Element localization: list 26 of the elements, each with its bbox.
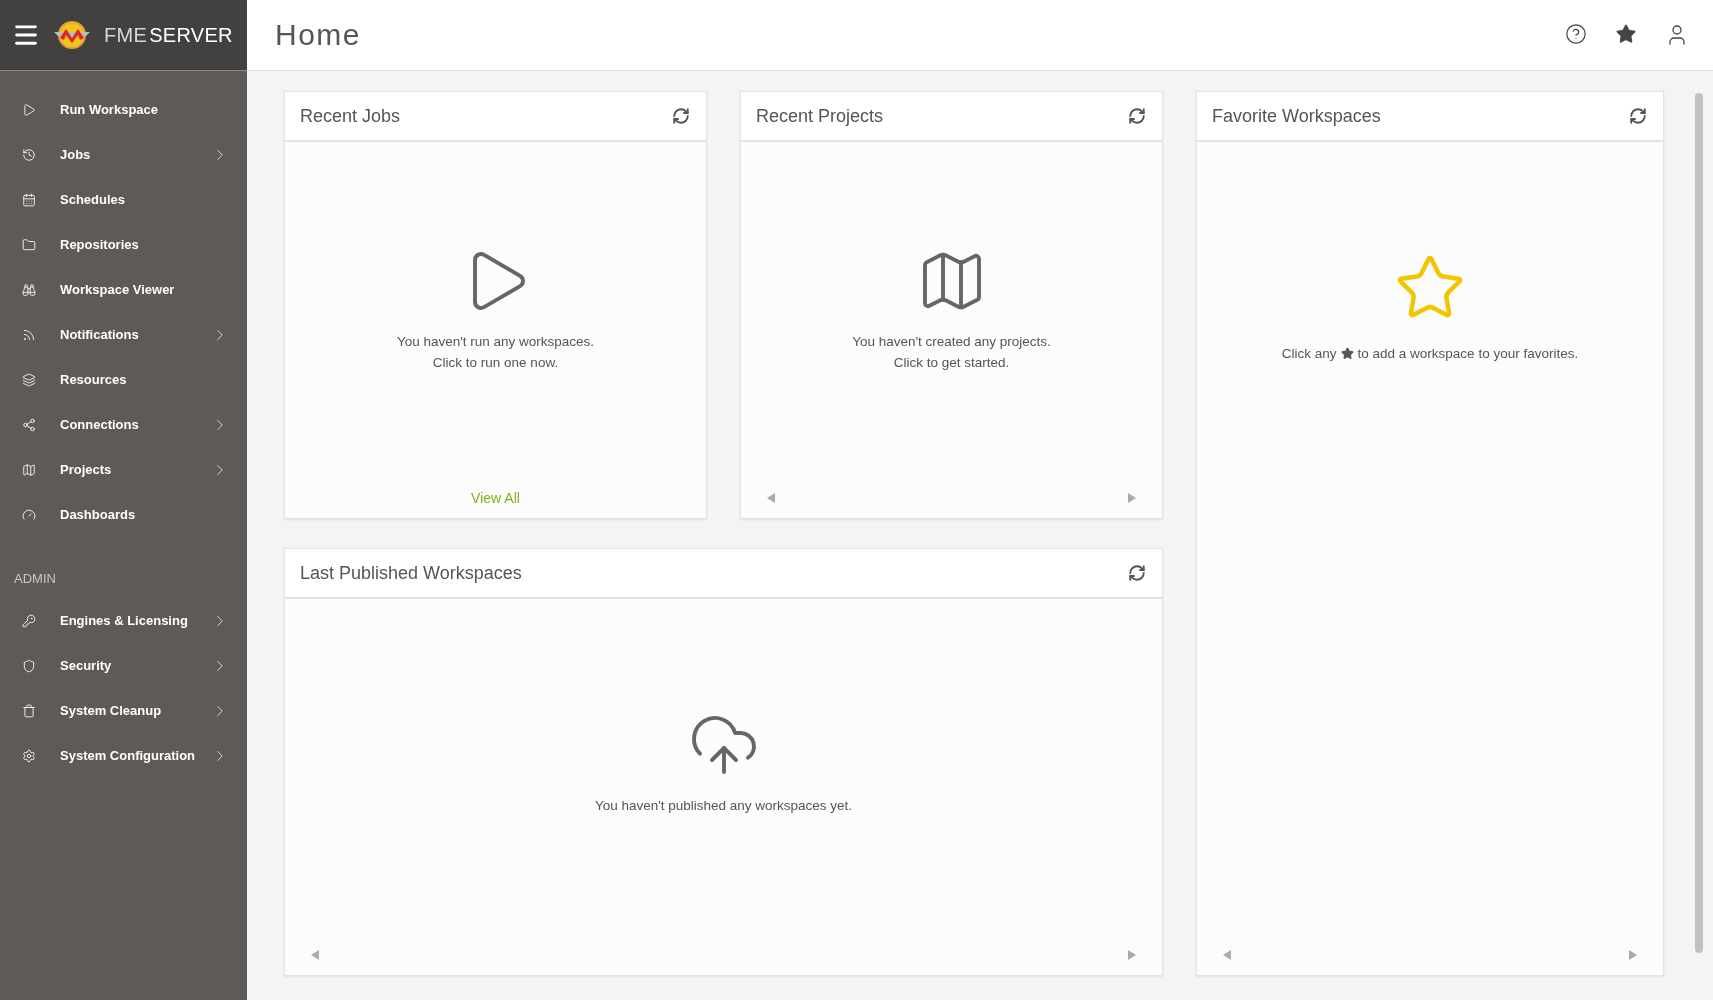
empty-message: You haven't published any workspaces yet. [594, 797, 853, 815]
sidebar-item[interactable]: Notifications [0, 312, 247, 357]
sidebar-item[interactable]: Engines & Licensing [0, 598, 247, 643]
sidebar-item[interactable]: Resources [0, 357, 247, 402]
section-heading: ADMIN [13, 570, 57, 588]
sidebar-item[interactable]: Repositories [0, 222, 247, 267]
sidebar-item[interactable]: Jobs [0, 132, 247, 177]
card-title: Last Published Workspaces [300, 562, 523, 584]
brand-name: FMESERVER [104, 23, 233, 47]
sidebar-item[interactable]: Dashboards [0, 492, 247, 537]
hint-text: to add a workspace to your favorites. [1357, 346, 1579, 361]
card-title: Recent Jobs [300, 105, 402, 127]
empty-message: You haven't created any projects. Click to get started. [852, 333, 1051, 372]
hint-text: Click any [1281, 346, 1337, 361]
sidebar-item[interactable]: Projects [0, 447, 247, 492]
sidebar-item[interactable]: Connections [0, 402, 247, 447]
card-title: Favorite Workspaces [1212, 105, 1382, 127]
sidebar-item[interactable]: Run Workspace [0, 87, 247, 132]
sidebar-item[interactable]: Schedules [0, 177, 247, 222]
sidebar-item[interactable]: System Cleanup [0, 688, 247, 733]
sidebar-item[interactable]: Workspace Viewer [0, 267, 247, 312]
page-title: Home [275, 18, 363, 52]
empty-message: You haven't run any workspaces. Click to run one now. [396, 333, 595, 372]
card-title: Recent Projects [756, 105, 885, 127]
sidebar-item[interactable]: Security [0, 643, 247, 688]
sidebar-item[interactable]: System Configuration [0, 733, 247, 778]
